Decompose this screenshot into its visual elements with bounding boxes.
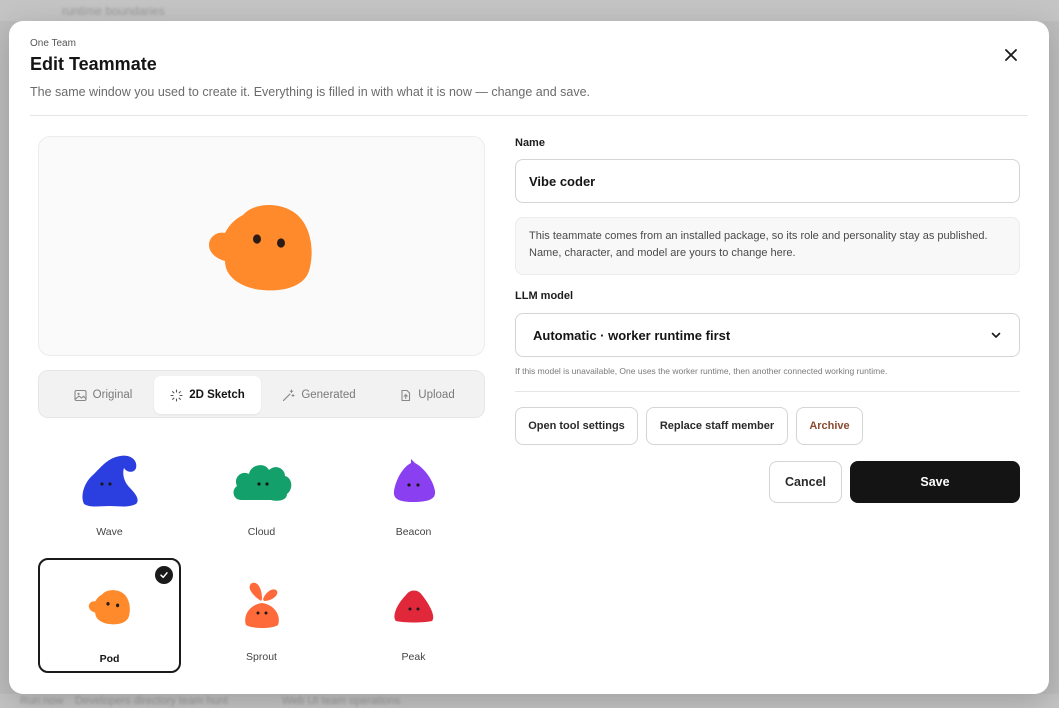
chevron-down-icon xyxy=(991,332,1001,338)
character-option-cloud[interactable]: Cloud xyxy=(190,433,333,548)
background-app-bottom: Run now Developers directory team hunt W… xyxy=(0,694,1059,708)
tab-label: 2D Sketch xyxy=(189,389,245,401)
tab-original[interactable]: Original xyxy=(51,376,155,414)
avatar-preview xyxy=(38,136,485,356)
archive-button[interactable]: Archive xyxy=(796,407,863,445)
character-option-sprout[interactable]: Sprout xyxy=(190,558,333,673)
character-option-pod[interactable]: Pod xyxy=(38,558,181,673)
close-icon xyxy=(1005,49,1017,61)
beacon-character xyxy=(393,459,435,502)
tab-generated[interactable]: Generated xyxy=(265,376,373,414)
modal-eyebrow: One Team xyxy=(30,38,76,49)
edit-teammate-modal: One Team Edit Teammate The same window y… xyxy=(9,21,1049,694)
close-button[interactable] xyxy=(999,43,1023,67)
cancel-button[interactable]: Cancel xyxy=(769,461,842,503)
tab-label: Original xyxy=(92,389,133,401)
modal-title: Edit Teammate xyxy=(30,54,157,74)
header-divider xyxy=(30,115,1028,116)
avatar-source-tabs: Original 2D Sketch Generated Upload xyxy=(38,370,485,418)
background-text: Web UI team operations xyxy=(282,695,401,707)
character-label: Wave xyxy=(96,526,123,538)
cloud-character xyxy=(233,465,291,501)
character-option-beacon[interactable]: Beacon xyxy=(342,433,485,548)
character-label: Cloud xyxy=(247,526,276,538)
modal-subtitle: The same window you used to create it. E… xyxy=(30,85,591,99)
character-label: Pod xyxy=(99,653,120,665)
background-text: runtime boundaries xyxy=(62,4,165,18)
tab-2d-sketch[interactable]: 2D Sketch xyxy=(154,376,261,414)
llm-model-select[interactable]: Automatic · worker runtime first xyxy=(515,313,1020,357)
tab-label: Generated xyxy=(301,389,356,401)
pod-character xyxy=(88,590,130,625)
save-button[interactable]: Save xyxy=(850,461,1020,503)
sprout-character xyxy=(244,582,279,628)
character-label: Sprout xyxy=(246,651,277,663)
character-option-wave[interactable]: Wave xyxy=(38,433,181,548)
wave-character xyxy=(81,455,138,507)
image-icon xyxy=(74,389,87,401)
name-input[interactable] xyxy=(515,159,1020,203)
sparkle-icon xyxy=(170,388,183,402)
background-text: Run now xyxy=(20,695,64,707)
model-fallback-hint: If this model is unavailable, One uses t… xyxy=(515,366,888,376)
package-info-note: This teammate comes from an installed pa… xyxy=(515,217,1020,275)
character-option-peak[interactable]: Peak xyxy=(342,558,485,673)
name-label: Name xyxy=(515,137,545,149)
pod-character-large xyxy=(209,204,312,291)
selected-check-icon xyxy=(155,566,173,584)
background-app-top: runtime boundaries xyxy=(0,0,1059,21)
background-text: Developers directory team hunt xyxy=(75,695,228,707)
form-divider xyxy=(515,391,1020,392)
character-label: Beacon xyxy=(395,526,432,538)
magic-wand-icon xyxy=(283,389,295,401)
upload-icon xyxy=(401,389,411,401)
character-label: Peak xyxy=(401,651,426,663)
llm-model-value: Automatic · worker runtime first xyxy=(533,327,731,343)
tab-upload[interactable]: Upload xyxy=(377,376,477,414)
model-label: LLM model xyxy=(515,290,574,302)
peak-character xyxy=(393,590,433,623)
tab-label: Upload xyxy=(418,389,455,401)
replace-staff-member-button[interactable]: Replace staff member xyxy=(646,407,788,445)
open-tool-settings-button[interactable]: Open tool settings xyxy=(515,407,638,445)
